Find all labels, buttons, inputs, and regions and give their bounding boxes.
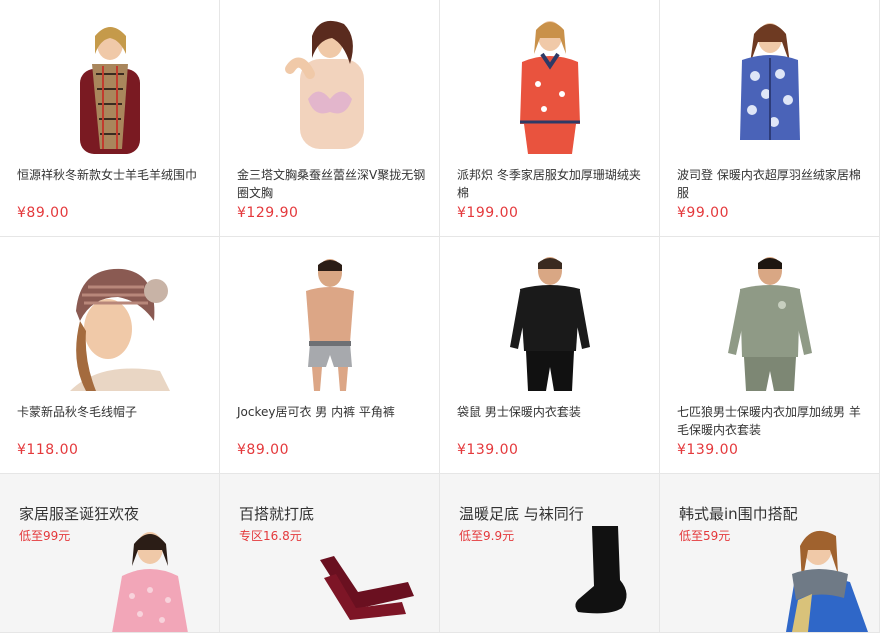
product-image-black-thermal-set[interactable]	[440, 251, 659, 391]
product-price: ¥199.00	[457, 205, 519, 221]
promo-image-pink-sleepwear	[112, 532, 188, 632]
promo-subtitle: 低至59元	[679, 529, 731, 543]
promo-title[interactable]: 百搭就打底	[239, 503, 314, 524]
product-price: ¥89.00	[237, 442, 289, 458]
promo-card[interactable]: 韩式最in围巾搭配 低至59元	[660, 474, 880, 633]
promo-card[interactable]: 家居服圣诞狂欢夜 低至99元	[0, 474, 220, 633]
product-image-gray-thermal-set[interactable]	[660, 251, 879, 391]
product-card[interactable]: 派邦炽 冬季家居服女加厚珊瑚绒夹棉 ¥199.00	[440, 0, 660, 237]
product-image-scarf-woman[interactable]	[0, 14, 219, 154]
promo-title[interactable]: 家居服圣诞狂欢夜	[19, 503, 139, 524]
product-image-blue-jacket[interactable]	[660, 14, 879, 154]
promo-image-leggings	[320, 556, 414, 620]
product-card[interactable]: 七匹狼男士保暖内衣加厚加绒男 羊毛保暖内衣套装 ¥139.00	[660, 237, 880, 474]
product-name[interactable]: Jockey居可衣 男 内裤 平角裤	[237, 403, 427, 421]
promo-card[interactable]: 温暖足底 与袜同行 低至9.9元	[440, 474, 660, 633]
product-name[interactable]: 派邦炽 冬季家居服女加厚珊瑚绒夹棉	[457, 166, 647, 202]
product-price: ¥129.90	[237, 205, 299, 221]
promo-subtitle: 低至99元	[19, 529, 71, 543]
product-image-bra[interactable]	[220, 14, 439, 154]
product-name[interactable]: 卡蒙新品秋冬毛线帽子	[17, 403, 207, 421]
product-image-knit-hat[interactable]	[0, 251, 219, 391]
product-price: ¥139.00	[677, 442, 739, 458]
product-image-pajamas[interactable]	[440, 14, 659, 154]
product-card[interactable]: 金三塔文胸桑蚕丝蕾丝深V聚拢无钢圈文胸 ¥129.90	[220, 0, 440, 237]
product-name[interactable]: 波司登 保暖内衣超厚羽丝绒家居棉服	[677, 166, 867, 202]
promo-image-black-sock	[575, 526, 627, 614]
promo-card[interactable]: 百搭就打底 专区16.8元	[220, 474, 440, 633]
product-card[interactable]: 波司登 保暖内衣超厚羽丝绒家居棉服 ¥99.00	[660, 0, 880, 237]
product-card[interactable]: 袋鼠 男士保暖内衣套装 ¥139.00	[440, 237, 660, 474]
product-grid: 恒源祥秋冬新款女士羊毛羊绒围巾 ¥89.00 金三塔文胸桑蚕丝蕾丝深V聚拢无钢圈…	[0, 0, 880, 633]
product-image-boxer-briefs[interactable]	[220, 251, 439, 391]
promo-title[interactable]: 韩式最in围巾搭配	[679, 503, 798, 524]
product-price: ¥118.00	[17, 442, 79, 458]
product-name[interactable]: 金三塔文胸桑蚕丝蕾丝深V聚拢无钢圈文胸	[237, 166, 427, 202]
product-name[interactable]: 袋鼠 男士保暖内衣套装	[457, 403, 647, 421]
promo-subtitle: 低至9.9元	[459, 529, 515, 543]
product-card[interactable]: Jockey居可衣 男 内裤 平角裤 ¥89.00	[220, 237, 440, 474]
product-price: ¥99.00	[677, 205, 729, 221]
product-card[interactable]: 卡蒙新品秋冬毛线帽子 ¥118.00	[0, 237, 220, 474]
product-price: ¥139.00	[457, 442, 519, 458]
product-card[interactable]: 恒源祥秋冬新款女士羊毛羊绒围巾 ¥89.00	[0, 0, 220, 237]
promo-subtitle: 专区16.8元	[239, 529, 302, 543]
promo-image-scarf-model	[786, 530, 868, 632]
product-price: ¥89.00	[17, 205, 69, 221]
product-name[interactable]: 七匹狼男士保暖内衣加厚加绒男 羊毛保暖内衣套装	[677, 403, 867, 439]
product-name[interactable]: 恒源祥秋冬新款女士羊毛羊绒围巾	[17, 166, 207, 184]
promo-title[interactable]: 温暖足底 与袜同行	[459, 503, 584, 524]
